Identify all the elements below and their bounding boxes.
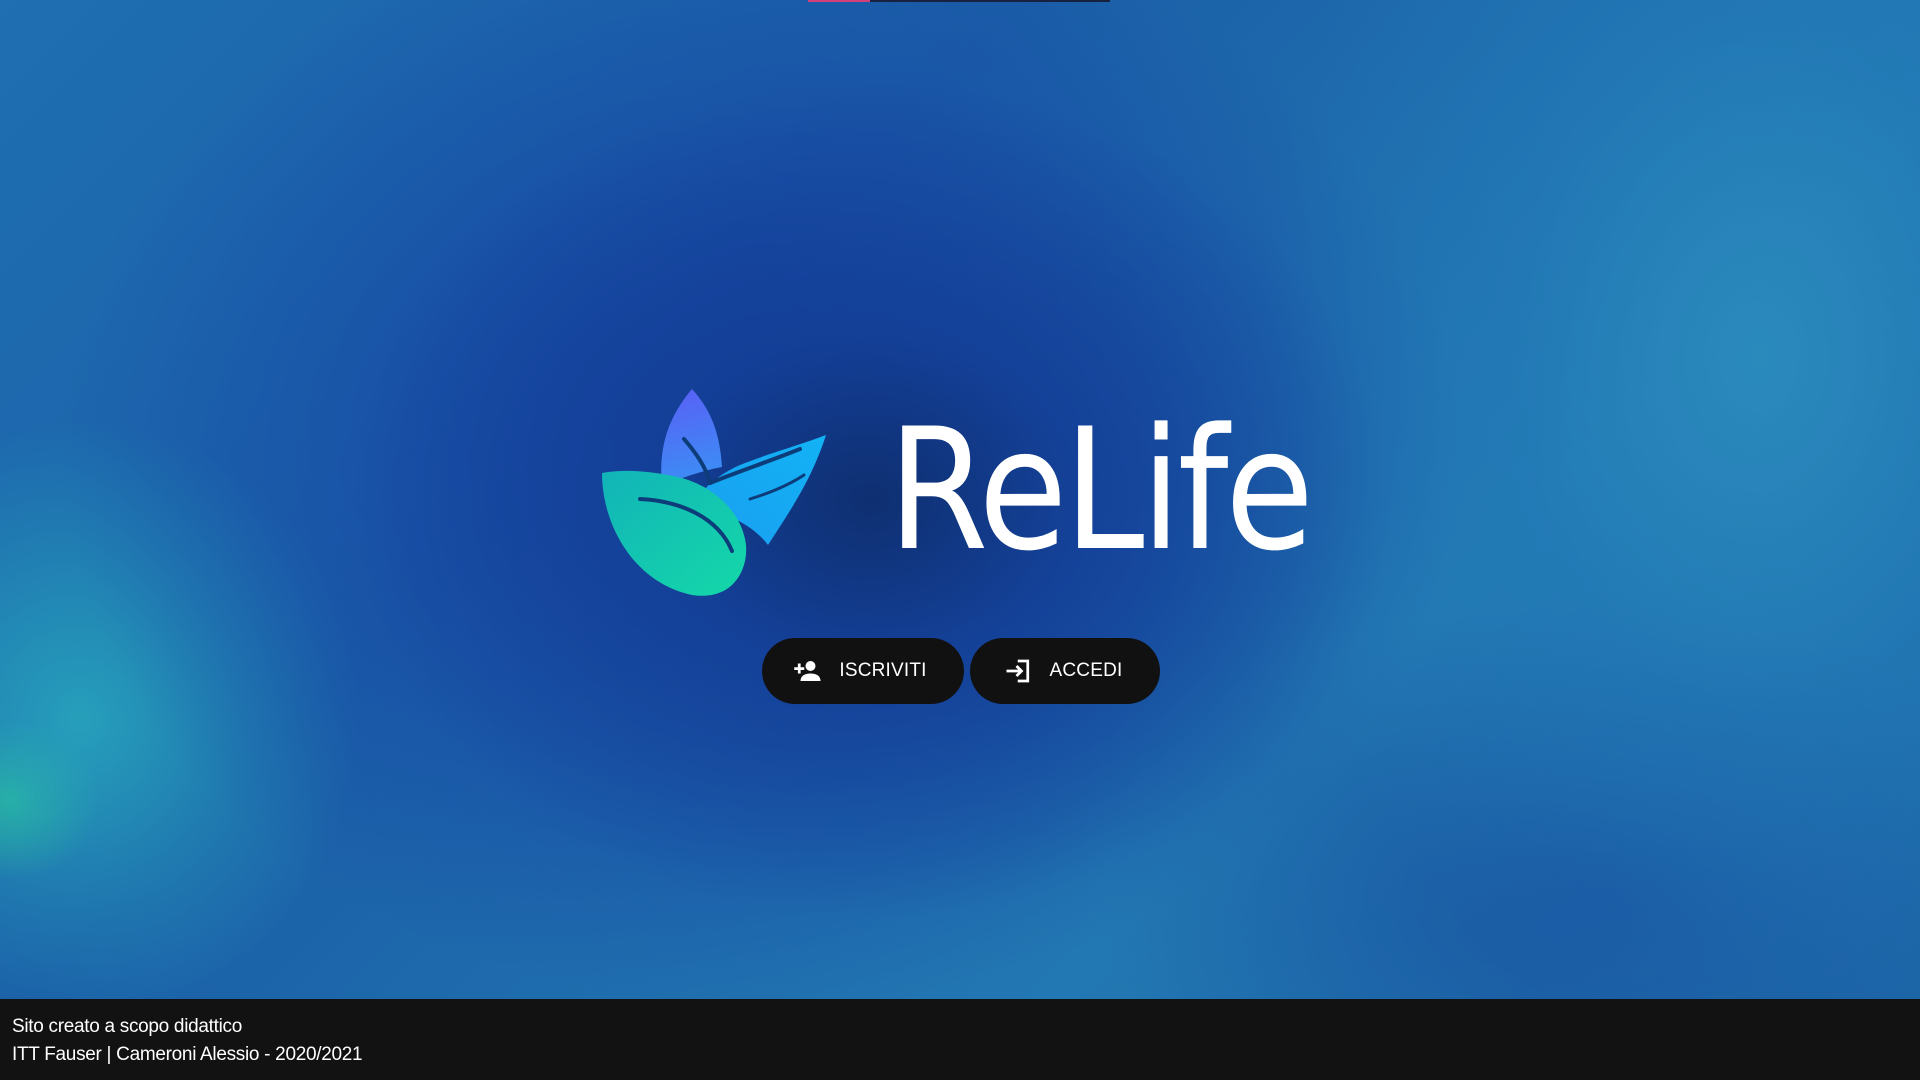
signup-button[interactable]: ISCRIVITI bbox=[762, 638, 964, 704]
login-icon bbox=[1004, 656, 1034, 686]
leaf-logo-icon bbox=[602, 389, 826, 596]
brand-name: ReLife bbox=[888, 392, 1314, 588]
footer-line-purpose: Sito creato a scopo didattico bbox=[12, 1016, 242, 1037]
signup-button-label: ISCRIVITI bbox=[839, 660, 927, 681]
footer-line-credits: ITT Fauser | Cameroni Alessio - 2020/202… bbox=[12, 1044, 363, 1065]
auth-actions: ISCRIVITI ACCEDI bbox=[762, 638, 1160, 704]
person-add-icon bbox=[793, 656, 823, 686]
footer: Sito creato a scopo didattico ITT Fauser… bbox=[0, 999, 1920, 1080]
top-progress-strip bbox=[808, 0, 1110, 2]
login-button-label: ACCEDI bbox=[1049, 660, 1123, 681]
brand-header: ReLife bbox=[600, 370, 1320, 610]
login-button[interactable]: ACCEDI bbox=[970, 638, 1160, 704]
